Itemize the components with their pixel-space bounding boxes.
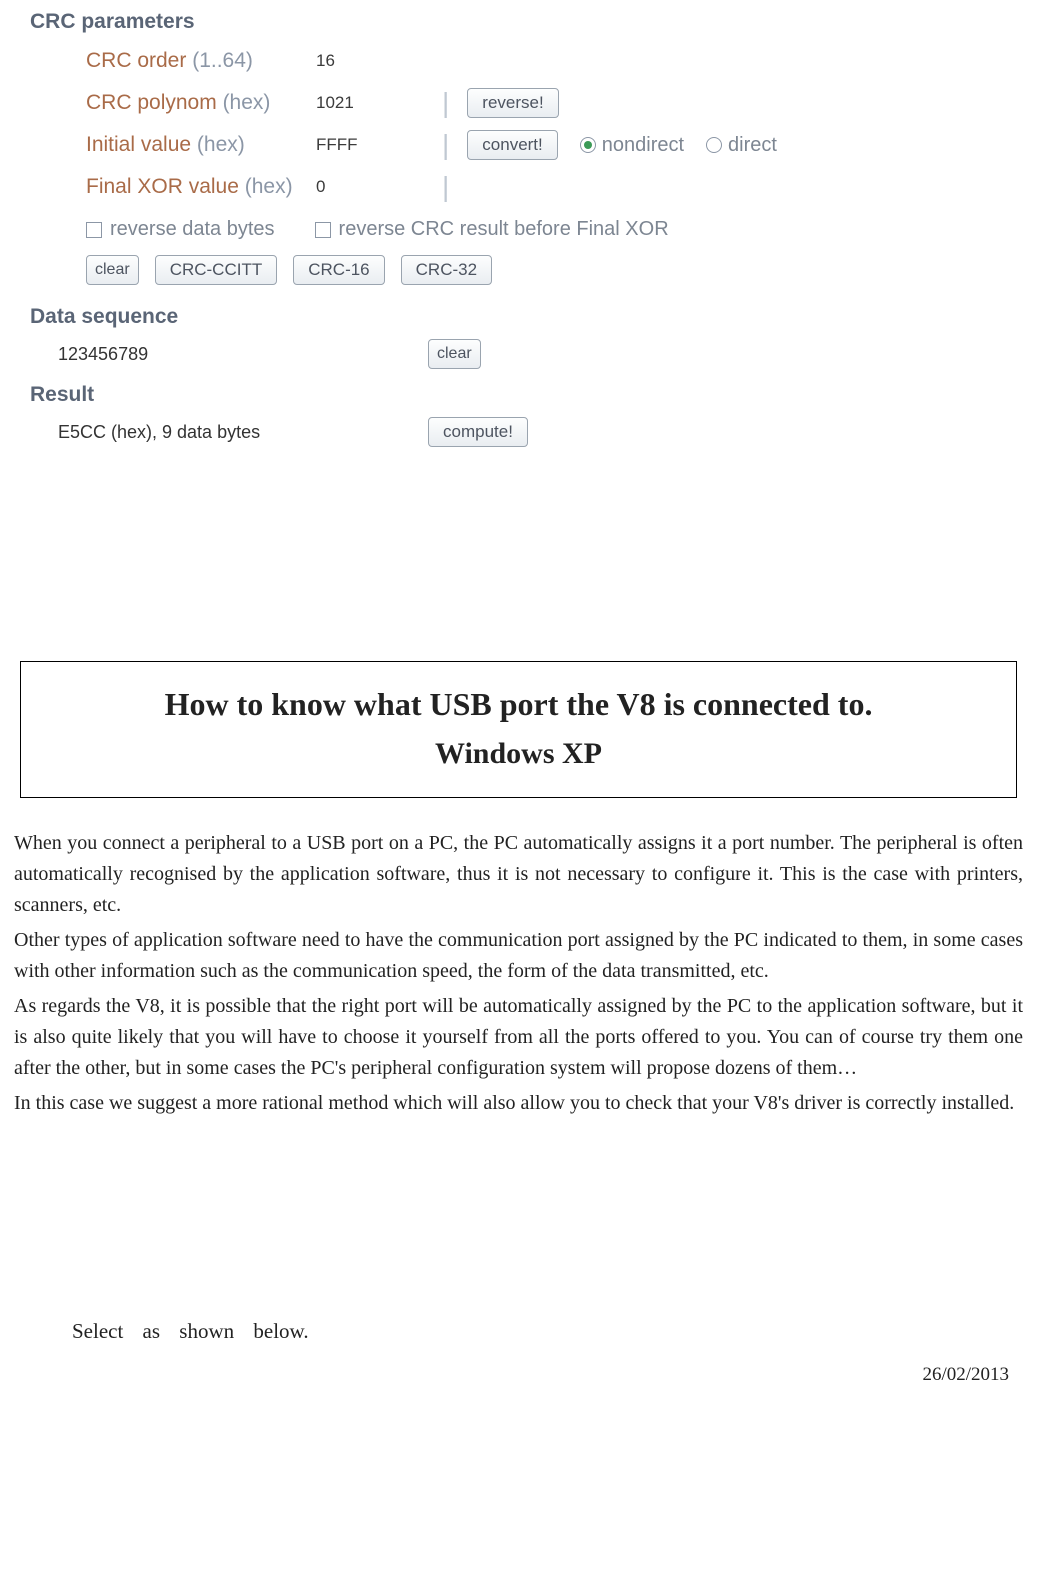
reverse-button[interactable]: reverse! [467, 88, 558, 118]
crc-order-value[interactable]: 16 [316, 51, 436, 71]
data-sequence-row: 123456789 clear [58, 339, 1007, 369]
reverse-result-checkbox[interactable]: reverse CRC result before Final XOR [315, 218, 669, 241]
reverse-data-checkbox[interactable]: reverse data bytes [86, 218, 275, 241]
compute-button[interactable]: compute! [428, 417, 528, 447]
preset-crc16-button[interactable]: CRC-16 [293, 255, 384, 285]
preset-row: clear CRC-CCITT CRC-16 CRC-32 [86, 255, 1007, 285]
preset-crc-ccitt-button[interactable]: CRC-CCITT [155, 255, 278, 285]
separator-bar: | [442, 171, 449, 203]
paragraph-3: As regards the V8, it is possible that t… [14, 991, 1023, 1084]
crc-final-value[interactable]: 0 [316, 177, 436, 197]
nondirect-label: nondirect [602, 134, 684, 157]
crc-form: CRC parameters CRC order (1..64) 16 CRC … [0, 0, 1037, 471]
crc-initial-label: Initial value (hex) [86, 133, 316, 157]
crc-order-hint: (1..64) [192, 49, 253, 72]
direct-label: direct [728, 134, 777, 157]
crc-final-label: Final XOR value (hex) [86, 175, 316, 199]
crc-polynom-value[interactable]: 1021 [316, 93, 436, 113]
select-instruction: Select as shown below. [72, 1319, 1025, 1344]
direct-radio[interactable]: direct [706, 134, 777, 157]
preset-crc32-button[interactable]: CRC-32 [401, 255, 492, 285]
convert-button[interactable]: convert! [467, 130, 557, 160]
checkbox-row: reverse data bytes reverse CRC result be… [86, 218, 1007, 241]
crc-initial-label-text: Initial value [86, 133, 191, 156]
paragraph-4: In this case we suggest a more rational … [14, 1088, 1023, 1119]
result-heading: Result [30, 383, 1007, 407]
crc-parameters-heading: CRC parameters [30, 10, 1007, 34]
crc-polynom-label-text: CRC polynom [86, 91, 217, 114]
radio-selected-icon [580, 137, 596, 153]
result-value: E5CC (hex), 9 data bytes [58, 422, 428, 443]
doc-title-line2: Windows XP [31, 737, 1006, 771]
paragraph-1: When you connect a peripheral to a USB p… [14, 828, 1023, 921]
crc-order-label-text: CRC order [86, 49, 186, 72]
doc-title-line1: How to know what USB port the V8 is conn… [31, 686, 1006, 723]
data-sequence-input[interactable]: 123456789 [58, 344, 428, 365]
crc-order-label: CRC order (1..64) [86, 49, 316, 73]
separator-bar: | [442, 129, 449, 161]
crc-initial-row: Initial value (hex) FFFF | convert! nond… [86, 128, 1007, 162]
nondirect-radio[interactable]: nondirect [580, 134, 684, 157]
checkbox-icon [86, 222, 102, 238]
clear-params-button[interactable]: clear [86, 255, 139, 285]
title-box: How to know what USB port the V8 is conn… [20, 661, 1017, 798]
separator-bar: | [442, 87, 449, 119]
crc-initial-value[interactable]: FFFF [316, 135, 436, 155]
reverse-data-label: reverse data bytes [110, 218, 275, 241]
paragraph-2: Other types of application software need… [14, 925, 1023, 987]
clear-data-button[interactable]: clear [428, 339, 481, 369]
crc-final-row: Final XOR value (hex) 0 | [86, 170, 1007, 204]
footer-date: 26/02/2013 [12, 1364, 1009, 1386]
result-row: E5CC (hex), 9 data bytes compute! [58, 417, 1007, 447]
crc-initial-hex-hint: (hex) [197, 133, 245, 156]
crc-final-hex-hint: (hex) [245, 175, 293, 198]
data-sequence-heading: Data sequence [30, 305, 1007, 329]
reverse-result-label: reverse CRC result before Final XOR [339, 218, 669, 241]
crc-polynom-label: CRC polynom (hex) [86, 91, 316, 115]
crc-order-row: CRC order (1..64) 16 [86, 44, 1007, 78]
crc-polynom-hex-hint: (hex) [223, 91, 271, 114]
crc-final-label-text: Final XOR value [86, 175, 239, 198]
crc-polynom-row: CRC polynom (hex) 1021 | reverse! [86, 86, 1007, 120]
radio-unselected-icon [706, 137, 722, 153]
document-section: How to know what USB port the V8 is conn… [0, 661, 1037, 1416]
checkbox-icon [315, 222, 331, 238]
